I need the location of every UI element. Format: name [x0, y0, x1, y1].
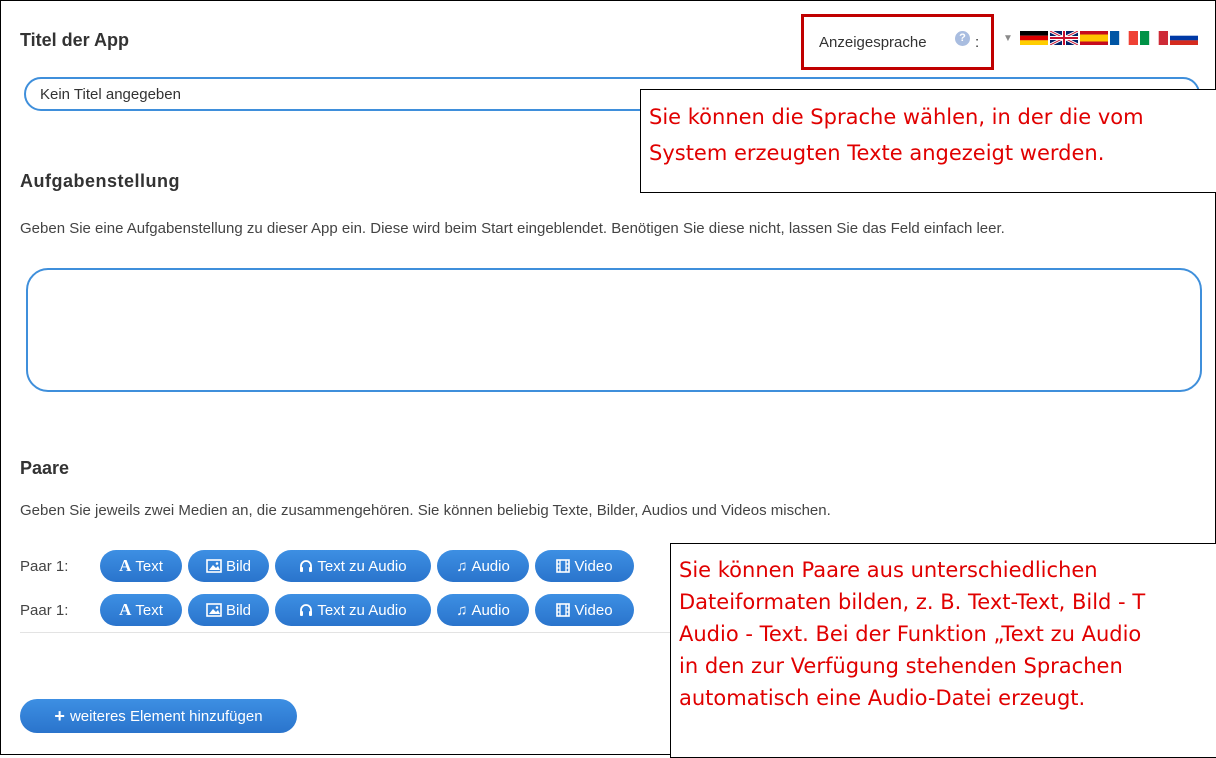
- language-callout: Sie können die Sprache wählen, in der di…: [640, 89, 1216, 193]
- task-textarea[interactable]: [26, 268, 1202, 392]
- image-icon: [206, 559, 222, 573]
- task-heading: Aufgabenstellung: [20, 171, 180, 191]
- headphones-icon: [299, 603, 313, 617]
- music-icon: ♫: [456, 557, 468, 575]
- pairs-callout: Sie können Paare aus unterschiedlichen D…: [670, 543, 1216, 758]
- pairs-description: Geben Sie jeweils zwei Medien an, die zu…: [20, 502, 831, 519]
- language-colon: :: [975, 34, 980, 51]
- image-button[interactable]: Bild: [188, 550, 269, 582]
- text-icon: A: [119, 600, 132, 619]
- image-icon: [206, 603, 222, 617]
- flag-gb-icon[interactable]: [1050, 31, 1078, 45]
- video-button[interactable]: Video: [535, 550, 634, 582]
- flag-de-icon[interactable]: [1020, 31, 1048, 45]
- help-icon[interactable]: ?: [955, 31, 970, 46]
- pair-row: Paar 1: A Text Bild Text zu Audio ♫ Audio …: [20, 594, 640, 626]
- film-icon: [556, 559, 571, 573]
- divider: [20, 632, 670, 633]
- audio-button[interactable]: ♫ Audio: [437, 594, 529, 626]
- add-element-label: weiteres Element hinzufügen: [69, 707, 263, 725]
- flag-es-icon[interactable]: [1080, 31, 1108, 45]
- image-button[interactable]: Bild: [188, 594, 269, 626]
- film-icon: [556, 603, 571, 617]
- text-to-audio-button[interactable]: Text zu Audio: [275, 594, 431, 626]
- text-icon: A: [119, 556, 132, 575]
- music-icon: ♫: [456, 601, 468, 619]
- flag-ru-icon[interactable]: [1170, 31, 1198, 45]
- audio-button[interactable]: ♫ Audio: [437, 550, 529, 582]
- display-language-label: Anzeigesprache: [819, 34, 927, 51]
- language-dropdown-icon[interactable]: ▼: [1003, 33, 1013, 44]
- pair-label: Paar 1:: [20, 601, 69, 619]
- headphones-icon: [299, 559, 313, 573]
- text-button[interactable]: A Text: [100, 550, 182, 582]
- pair-label: Paar 1:: [20, 557, 69, 575]
- flag-it-icon[interactable]: [1140, 31, 1168, 45]
- text-to-audio-button[interactable]: Text zu Audio: [275, 550, 431, 582]
- task-description: Geben Sie eine Aufgabenstellung zu diese…: [20, 220, 1005, 237]
- plus-icon: +: [54, 705, 65, 726]
- pair-row: Paar 1: A Text Bild Text zu Audio ♫ Audio …: [20, 550, 640, 582]
- text-button[interactable]: A Text: [100, 594, 182, 626]
- video-button[interactable]: Video: [535, 594, 634, 626]
- flag-fr-icon[interactable]: [1110, 31, 1138, 45]
- app-title-heading: Titel der App: [20, 30, 130, 50]
- pairs-heading: Paare: [20, 458, 70, 478]
- add-element-button[interactable]: + weiteres Element hinzufügen: [20, 699, 297, 733]
- language-flags: [1020, 31, 1198, 45]
